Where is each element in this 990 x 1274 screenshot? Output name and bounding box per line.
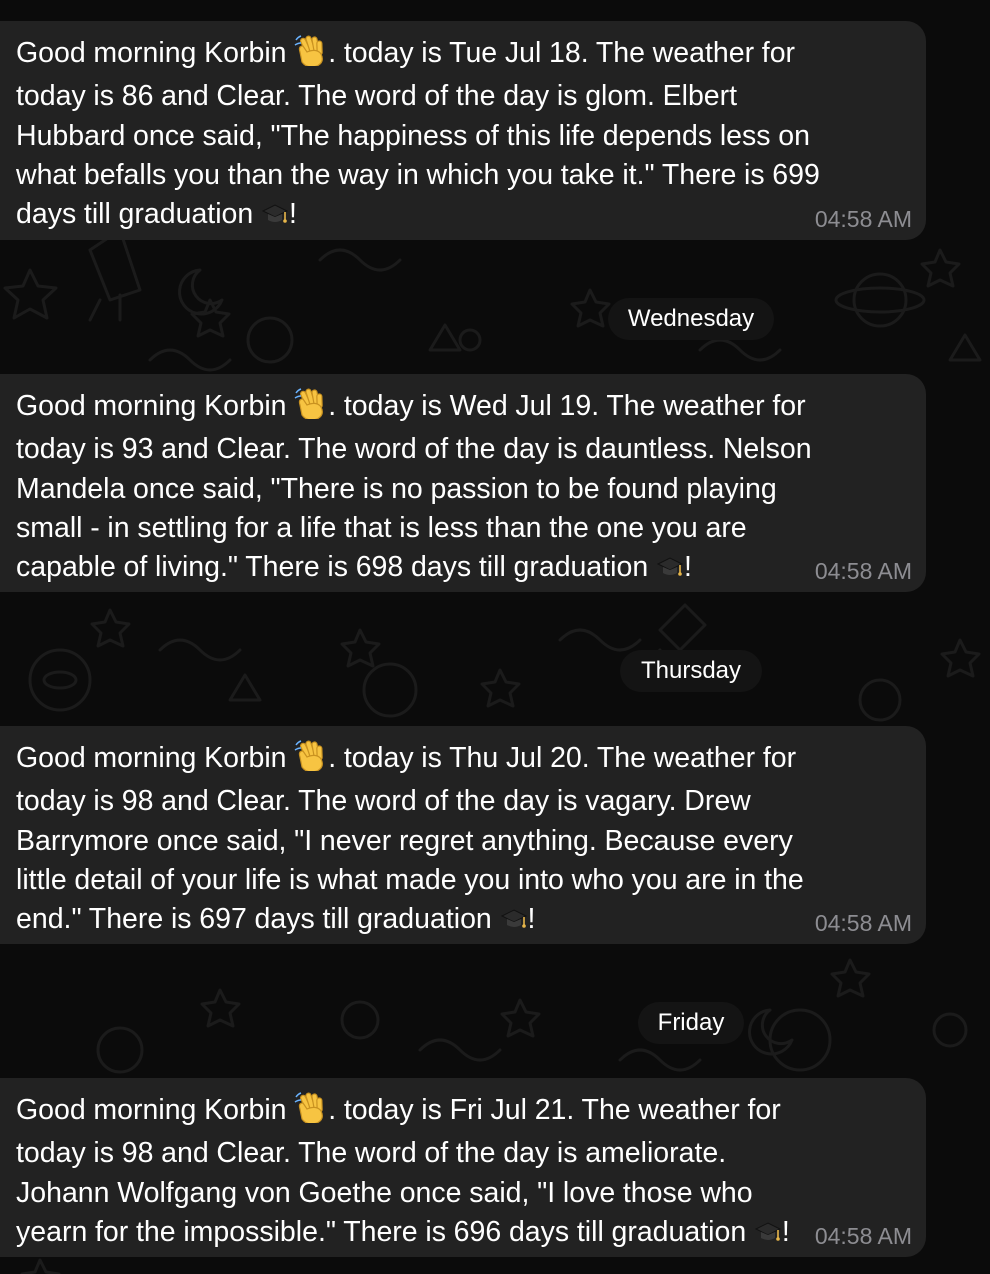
message-text-part: Good morning Korbin [16,742,295,774]
waving-hand-icon [294,739,328,782]
message-text-part: ! [288,198,297,231]
waving-hand-icon [294,1091,328,1134]
message-text: Good morning Korbin . today is Thu Jul 2… [16,739,826,943]
graduation-cap-icon [754,1217,782,1256]
message-timestamp: 04:58 AM [814,910,912,936]
graduation-cap-icon [656,552,684,591]
chat-history: Good morning Korbin . today is Tue Jul 1… [0,0,990,1274]
date-separator-thursday: Thursday [620,650,762,692]
graduation-cap-icon [500,904,528,943]
date-separator-friday: Friday [638,1002,744,1044]
message-timestamp: 04:58 AM [814,206,912,232]
message-text-part: Good morning Korbin [16,390,295,422]
message-text-part: ! [683,551,692,584]
message-timestamp: 04:58 AM [814,558,912,584]
message-text: Good morning Korbin . today is Fri Jul 2… [16,1091,826,1256]
message-text-part: ! [781,1215,790,1248]
message-text: Good morning Korbin . today is Wed Jul 1… [16,387,826,591]
message-bubble[interactable]: Good morning Korbin . today is Fri Jul 2… [0,1078,926,1257]
message-bubble[interactable]: Good morning Korbin . today is Thu Jul 2… [0,726,926,944]
message-text-part: ! [527,903,536,936]
message-text-part: Good morning Korbin [16,1094,295,1126]
message-text: Good morning Korbin . today is Tue Jul 1… [16,34,826,238]
message-timestamp: 04:58 AM [814,1223,912,1249]
message-text-part: Good morning Korbin [16,37,295,69]
date-separator-wednesday: Wednesday [608,298,774,340]
waving-hand-icon [294,34,328,77]
graduation-cap-icon [261,199,289,238]
waving-hand-icon [294,387,328,430]
message-bubble[interactable]: Good morning Korbin . today is Wed Jul 1… [0,374,926,592]
message-bubble[interactable]: Good morning Korbin . today is Tue Jul 1… [0,21,926,240]
